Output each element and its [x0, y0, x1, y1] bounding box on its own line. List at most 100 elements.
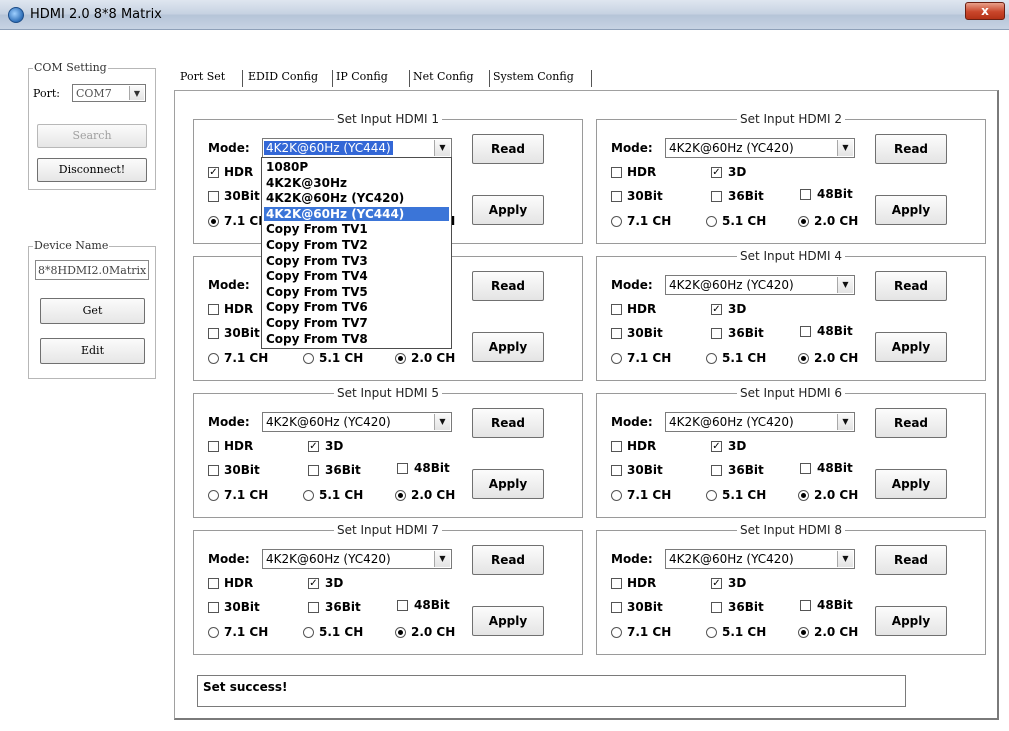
- bit48-checkbox[interactable]: [800, 326, 811, 337]
- channel-ch51-radio[interactable]: [303, 627, 314, 638]
- mode-select[interactable]: 4K2K@60Hz (YC420) ▼: [262, 549, 452, 569]
- channel-ch51-radio[interactable]: [706, 627, 717, 638]
- read-button[interactable]: Read: [875, 134, 947, 164]
- apply-button[interactable]: Apply: [875, 332, 947, 362]
- mode-select[interactable]: 4K2K@60Hz (YC444) ▼: [262, 138, 452, 158]
- edit-button[interactable]: Edit: [40, 338, 145, 364]
- hdr-checkbox[interactable]: [208, 578, 219, 589]
- dropdown-option[interactable]: Copy From TV3: [264, 254, 370, 268]
- hdr-checkbox[interactable]: [611, 441, 622, 452]
- chevron-down-icon[interactable]: ▼: [837, 414, 853, 430]
- dropdown-option[interactable]: 4K2K@60Hz (YC444): [264, 206, 449, 221]
- tab-ip-config[interactable]: IP Config: [336, 70, 388, 83]
- apply-button[interactable]: Apply: [472, 195, 544, 225]
- apply-button[interactable]: Apply: [875, 469, 947, 499]
- channel-ch20-radio[interactable]: [395, 627, 406, 638]
- channel-ch20-radio[interactable]: [798, 216, 809, 227]
- channel-ch20-radio[interactable]: [395, 353, 406, 364]
- bit48-checkbox[interactable]: [397, 600, 408, 611]
- channel-ch71-radio[interactable]: [611, 627, 622, 638]
- dropdown-option[interactable]: Copy From TV7: [264, 316, 370, 330]
- mode-select[interactable]: 4K2K@60Hz (YC420) ▼: [665, 549, 855, 569]
- hdr-checkbox[interactable]: [208, 441, 219, 452]
- bit30-checkbox[interactable]: [208, 465, 219, 476]
- dropdown-option[interactable]: 1080P: [264, 160, 310, 174]
- channel-ch51-radio[interactable]: [303, 353, 314, 364]
- dropdown-option[interactable]: Copy From TV5: [264, 285, 370, 299]
- bit30-checkbox[interactable]: [611, 328, 622, 339]
- dropdown-option[interactable]: Copy From TV1: [264, 222, 370, 236]
- channel-ch71-radio[interactable]: [611, 216, 622, 227]
- bit30-checkbox[interactable]: [208, 328, 219, 339]
- bit48-checkbox[interactable]: [800, 600, 811, 611]
- channel-ch71-radio[interactable]: [208, 627, 219, 638]
- channel-ch71-radio[interactable]: [611, 353, 622, 364]
- mode-select[interactable]: 4K2K@60Hz (YC420) ▼: [665, 138, 855, 158]
- read-button[interactable]: Read: [472, 545, 544, 575]
- channel-ch20-radio[interactable]: [798, 627, 809, 638]
- channel-ch20-radio[interactable]: [798, 490, 809, 501]
- chevron-down-icon[interactable]: ▼: [434, 551, 450, 567]
- dropdown-option[interactable]: Copy From TV8: [264, 332, 370, 346]
- tab-port-set[interactable]: Port Set: [180, 70, 225, 83]
- read-button[interactable]: Read: [875, 408, 947, 438]
- device-name-field[interactable]: 8*8HDMI2.0Matrix: [35, 260, 149, 280]
- dropdown-option[interactable]: 4K2K@60Hz (YC420): [264, 191, 406, 205]
- chevron-down-icon[interactable]: ▼: [434, 414, 450, 430]
- dropdown-option[interactable]: Copy From TV4: [264, 269, 370, 283]
- disconnect-button[interactable]: Disconnect!: [37, 158, 147, 182]
- chevron-down-icon[interactable]: ▼: [434, 140, 450, 156]
- tab-edid-config[interactable]: EDID Config: [248, 70, 318, 83]
- bit48-checkbox[interactable]: [800, 463, 811, 474]
- bit36-checkbox[interactable]: [711, 602, 722, 613]
- chevron-down-icon[interactable]: ▼: [129, 86, 144, 100]
- mode-select[interactable]: 4K2K@60Hz (YC420) ▼: [262, 412, 452, 432]
- channel-ch20-radio[interactable]: [798, 353, 809, 364]
- read-button[interactable]: Read: [875, 545, 947, 575]
- channel-ch51-radio[interactable]: [706, 216, 717, 227]
- dropdown-option[interactable]: Copy From TV2: [264, 238, 370, 252]
- hdr-checkbox[interactable]: [208, 304, 219, 315]
- channel-ch71-radio[interactable]: [611, 490, 622, 501]
- chevron-down-icon[interactable]: ▼: [837, 551, 853, 567]
- apply-button[interactable]: Apply: [472, 469, 544, 499]
- chevron-down-icon[interactable]: ▼: [837, 277, 853, 293]
- bit36-checkbox[interactable]: [308, 465, 319, 476]
- bit36-checkbox[interactable]: [711, 465, 722, 476]
- search-button[interactable]: Search: [37, 124, 147, 148]
- bit30-checkbox[interactable]: [611, 602, 622, 613]
- threed-checkbox[interactable]: ✓: [711, 167, 722, 178]
- channel-ch20-radio[interactable]: [395, 490, 406, 501]
- channel-ch51-radio[interactable]: [303, 490, 314, 501]
- threed-checkbox[interactable]: ✓: [711, 304, 722, 315]
- bit30-checkbox[interactable]: [611, 191, 622, 202]
- apply-button[interactable]: Apply: [472, 606, 544, 636]
- chevron-down-icon[interactable]: ▼: [837, 140, 853, 156]
- close-button[interactable]: x: [965, 2, 1005, 20]
- threed-checkbox[interactable]: ✓: [711, 578, 722, 589]
- hdr-checkbox[interactable]: [611, 578, 622, 589]
- bit36-checkbox[interactable]: [711, 328, 722, 339]
- read-button[interactable]: Read: [472, 408, 544, 438]
- apply-button[interactable]: Apply: [875, 195, 947, 225]
- bit48-checkbox[interactable]: [800, 189, 811, 200]
- channel-ch51-radio[interactable]: [706, 353, 717, 364]
- bit30-checkbox[interactable]: [208, 191, 219, 202]
- threed-checkbox[interactable]: ✓: [711, 441, 722, 452]
- bit48-checkbox[interactable]: [397, 463, 408, 474]
- hdr-checkbox[interactable]: ✓: [208, 167, 219, 178]
- channel-ch71-radio[interactable]: [208, 216, 219, 227]
- apply-button[interactable]: Apply: [875, 606, 947, 636]
- tab-net-config[interactable]: Net Config: [413, 70, 474, 83]
- get-button[interactable]: Get: [40, 298, 145, 324]
- bit36-checkbox[interactable]: [308, 602, 319, 613]
- read-button[interactable]: Read: [875, 271, 947, 301]
- dropdown-option[interactable]: Copy From TV6: [264, 300, 370, 314]
- bit30-checkbox[interactable]: [611, 465, 622, 476]
- read-button[interactable]: Read: [472, 134, 544, 164]
- channel-ch71-radio[interactable]: [208, 490, 219, 501]
- read-button[interactable]: Read: [472, 271, 544, 301]
- mode-select[interactable]: 4K2K@60Hz (YC420) ▼: [665, 275, 855, 295]
- bit30-checkbox[interactable]: [208, 602, 219, 613]
- mode-select[interactable]: 4K2K@60Hz (YC420) ▼: [665, 412, 855, 432]
